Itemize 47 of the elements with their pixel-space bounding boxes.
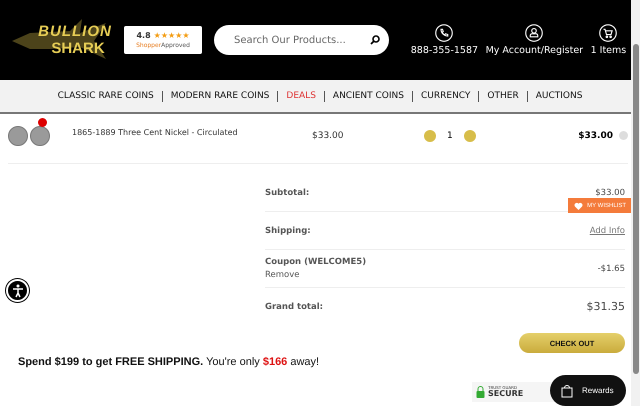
coin-photo bbox=[30, 126, 50, 146]
nav-link[interactable]: DEALS bbox=[278, 91, 324, 102]
sale-badge bbox=[38, 118, 47, 127]
product-name: 1865-1889 Three Cent Nickel - Circulated bbox=[72, 128, 239, 138]
search-icon[interactable] bbox=[370, 35, 380, 46]
cart-icon bbox=[599, 24, 618, 42]
user-icon bbox=[525, 24, 544, 42]
nav-link[interactable]: ANCIENT COINS bbox=[324, 91, 412, 102]
free-shipping-note: Spend $199 to get FREE SHIPPING. You're only $166 away! bbox=[18, 356, 320, 368]
summary-label: Subtotal: bbox=[265, 188, 310, 198]
shark-logo[interactable]: BULLION SHARK bbox=[10, 9, 116, 72]
rating-score: 4.8 bbox=[136, 31, 151, 40]
unit-price: $33.00 bbox=[312, 130, 344, 141]
cart-link[interactable]: 1 Items bbox=[590, 24, 626, 56]
accessibility-icon bbox=[10, 284, 24, 298]
logo-text: SHARK bbox=[51, 40, 105, 58]
phone-icon bbox=[435, 24, 454, 42]
quantity-value: 1 bbox=[447, 130, 453, 141]
increase-button[interactable] bbox=[464, 130, 476, 142]
logo-text: BULLION bbox=[38, 23, 112, 40]
badge-title: SECURE bbox=[488, 390, 524, 398]
nav-link[interactable]: CURRENCY bbox=[413, 91, 478, 102]
star-rating: ★★★★★ bbox=[154, 31, 190, 40]
scrollbar[interactable] bbox=[631, 0, 640, 406]
add-info-link[interactable]: Add Info bbox=[590, 226, 625, 236]
phone-link[interactable]: 888-355-1587 bbox=[410, 24, 478, 56]
summary-value: -$1.65 bbox=[598, 264, 625, 274]
summary-value: $33.00 bbox=[595, 188, 625, 198]
nav-link[interactable]: AUCTIONS bbox=[528, 91, 590, 102]
remove-coupon-link[interactable]: Remove bbox=[265, 270, 366, 280]
account-link[interactable]: My Account/Register bbox=[486, 24, 584, 56]
summary-value: $31.35 bbox=[586, 300, 625, 313]
nav-link[interactable]: CLASSIC RARE COINS bbox=[50, 91, 162, 102]
heart-icon bbox=[574, 202, 584, 210]
accessibility-button[interactable] bbox=[6, 279, 29, 302]
line-total: $33.00 bbox=[578, 130, 613, 141]
coin-photo bbox=[8, 126, 28, 146]
summary-label: Shipping: bbox=[265, 226, 311, 236]
summary-label: Grand total: bbox=[265, 302, 324, 312]
padlock-icon bbox=[476, 386, 485, 398]
search-field[interactable]: Search Our Products... bbox=[214, 25, 389, 56]
nav-link[interactable]: OTHER bbox=[479, 91, 527, 102]
decrease-button[interactable] bbox=[424, 130, 436, 142]
summary-label: Coupon (WELCOME5) bbox=[265, 257, 366, 267]
shopping-bag-icon bbox=[560, 384, 574, 398]
nav-link[interactable]: MODERN RARE COINS bbox=[162, 91, 278, 102]
rewards-button[interactable]: Rewards bbox=[550, 375, 626, 406]
